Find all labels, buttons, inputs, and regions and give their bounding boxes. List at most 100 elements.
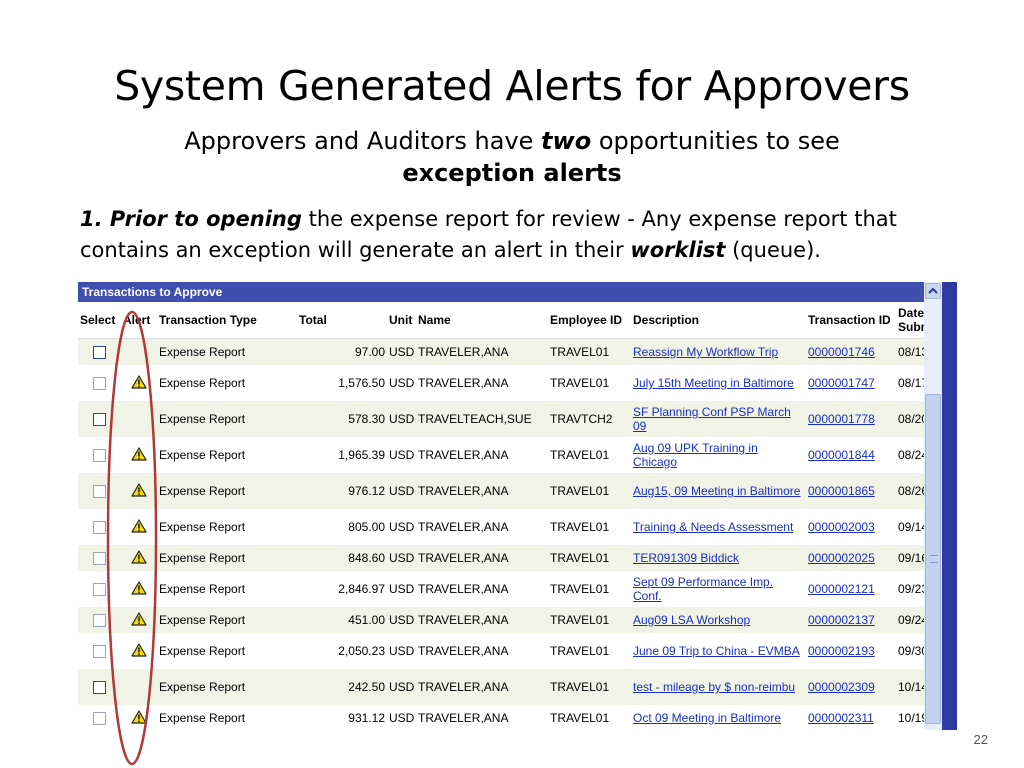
- transaction-type: Expense Report: [157, 571, 297, 607]
- total-amount: 1,965.39: [297, 437, 387, 473]
- select-cell: [78, 365, 121, 401]
- alert-cell: [121, 401, 157, 437]
- vertical-scrollbar[interactable]: [924, 282, 942, 730]
- transaction-id-link[interactable]: 0000002311: [808, 711, 874, 725]
- select-cell: [78, 705, 121, 730]
- description-link[interactable]: June 09 Trip to China - EVMBA: [633, 644, 800, 658]
- table-row: Expense Report 931.12 USD TRAVELER,ANA TRAVE…: [78, 705, 924, 730]
- transaction-type: Expense Report: [157, 437, 297, 473]
- select-checkbox[interactable]: [93, 449, 106, 463]
- currency-unit: USD: [387, 401, 416, 437]
- description-cell: Aug 09 UPK Training in Chicago: [631, 437, 806, 473]
- description-cell: Reassign My Workflow Trip: [631, 338, 806, 365]
- transaction-id-cell: 0000002309: [806, 669, 896, 705]
- transactions-table: Select Alert Transaction Type Total Unit…: [78, 302, 924, 730]
- employee-id: TRAVEL01: [548, 509, 631, 545]
- total-amount: 1,576.50: [297, 365, 387, 401]
- bullet-point: 1. Prior to opening the expense report f…: [80, 204, 960, 266]
- alert-cell: [121, 705, 157, 730]
- transaction-id-link[interactable]: 0000002121: [808, 582, 875, 596]
- table-row: Expense Report 805.00 USD TRAVELER,ANA TRAVE…: [78, 509, 924, 545]
- subtitle-line-2: exception alerts: [402, 159, 622, 187]
- currency-unit: USD: [387, 571, 416, 607]
- transaction-id-link[interactable]: 0000001865: [808, 484, 875, 498]
- transaction-id-link[interactable]: 0000002309: [808, 680, 875, 694]
- col-header-unit: Unit: [387, 302, 416, 339]
- subtitle-text-2: opportunities to see: [591, 127, 840, 155]
- table-row: Expense Report 451.00 USD TRAVELER,ANA TRAVE…: [78, 607, 924, 633]
- employee-name: TRAVELER,ANA: [416, 633, 548, 669]
- alert-cell: [121, 607, 157, 633]
- select-checkbox[interactable]: [93, 583, 106, 597]
- description-link[interactable]: test - mileage by $ non-reimbu: [633, 680, 795, 694]
- table-header-row: Select Alert Transaction Type Total Unit…: [78, 302, 924, 339]
- transaction-id-link[interactable]: 0000002137: [808, 613, 875, 627]
- description-cell: Training & Needs Assessment: [631, 509, 806, 545]
- transaction-id-link[interactable]: 0000002003: [808, 520, 875, 534]
- transaction-id-link[interactable]: 0000002193: [808, 644, 875, 658]
- select-checkbox[interactable]: [93, 413, 106, 427]
- select-checkbox[interactable]: [93, 681, 106, 695]
- select-cell: [78, 633, 121, 669]
- select-cell: [78, 509, 121, 545]
- currency-unit: USD: [387, 545, 416, 571]
- transaction-id-link[interactable]: 0000001778: [808, 412, 875, 426]
- warning-triangle-icon: [131, 482, 147, 497]
- transaction-id-cell: 0000002193: [806, 633, 896, 669]
- select-checkbox[interactable]: [93, 485, 106, 499]
- employee-name: TRAVELER,ANA: [416, 365, 548, 401]
- subtitle-emphasis: two: [541, 127, 592, 155]
- employee-id: TRAVEL01: [548, 607, 631, 633]
- select-cell: [78, 545, 121, 571]
- description-link[interactable]: Aug 09 UPK Training in Chicago: [633, 441, 758, 469]
- warning-triangle-icon: [131, 446, 147, 461]
- select-checkbox[interactable]: [93, 552, 106, 566]
- date-submitted: 08/26: [896, 473, 924, 509]
- description-link[interactable]: Aug09 LSA Workshop: [633, 613, 750, 627]
- employee-id: TRAVEL01: [548, 571, 631, 607]
- select-checkbox[interactable]: [93, 521, 106, 535]
- employee-name: TRAVELER,ANA: [416, 545, 548, 571]
- transaction-id-link[interactable]: 0000002025: [808, 551, 875, 565]
- alert-cell: [121, 509, 157, 545]
- transaction-type: Expense Report: [157, 401, 297, 437]
- description-link[interactable]: July 15th Meeting in Baltimore: [633, 376, 794, 390]
- description-cell: July 15th Meeting in Baltimore: [631, 365, 806, 401]
- transaction-id-link[interactable]: 0000001746: [808, 345, 875, 359]
- employee-id: TRAVEL01: [548, 545, 631, 571]
- employee-id: TRAVTCH2: [548, 401, 631, 437]
- slide-subtitle: Approvers and Auditors have two opportun…: [60, 125, 964, 189]
- select-checkbox[interactable]: [93, 614, 106, 628]
- transaction-id-link[interactable]: 0000001844: [808, 448, 875, 462]
- warning-triangle-icon: [131, 611, 147, 626]
- date-submitted: 09/23: [896, 571, 924, 607]
- chevron-up-icon[interactable]: [925, 283, 941, 299]
- currency-unit: USD: [387, 607, 416, 633]
- transaction-type: Expense Report: [157, 509, 297, 545]
- employee-id: TRAVEL01: [548, 365, 631, 401]
- scrollbar-thumb[interactable]: [925, 394, 941, 724]
- select-checkbox[interactable]: [93, 346, 106, 360]
- transaction-type: Expense Report: [157, 669, 297, 705]
- description-link[interactable]: SF Planning Conf PSP March 09: [633, 405, 791, 433]
- select-checkbox[interactable]: [93, 377, 106, 391]
- date-submitted: 09/24: [896, 607, 924, 633]
- description-link[interactable]: Reassign My Workflow Trip: [633, 345, 778, 359]
- description-link[interactable]: Training & Needs Assessment: [633, 520, 793, 534]
- alert-cell: [121, 571, 157, 607]
- description-link[interactable]: Oct 09 Meeting in Baltimore: [633, 711, 781, 725]
- date-submitted: 10/14: [896, 669, 924, 705]
- date-submitted: 09/16: [896, 545, 924, 571]
- select-checkbox[interactable]: [93, 645, 106, 659]
- alert-cell: [121, 545, 157, 571]
- description-link[interactable]: Sept 09 Performance Imp. Conf.: [633, 575, 773, 603]
- description-link[interactable]: Aug15, 09 Meeting in Baltimore: [633, 484, 800, 498]
- description-link[interactable]: TER091309 Biddick: [633, 551, 739, 565]
- currency-unit: USD: [387, 669, 416, 705]
- select-cell: [78, 571, 121, 607]
- col-header-employee-id: Employee ID: [548, 302, 631, 339]
- select-checkbox[interactable]: [93, 712, 106, 726]
- col-header-transaction-id: Transaction ID: [806, 302, 896, 339]
- transaction-id-link[interactable]: 0000001747: [808, 376, 875, 390]
- total-amount: 2,846.97: [297, 571, 387, 607]
